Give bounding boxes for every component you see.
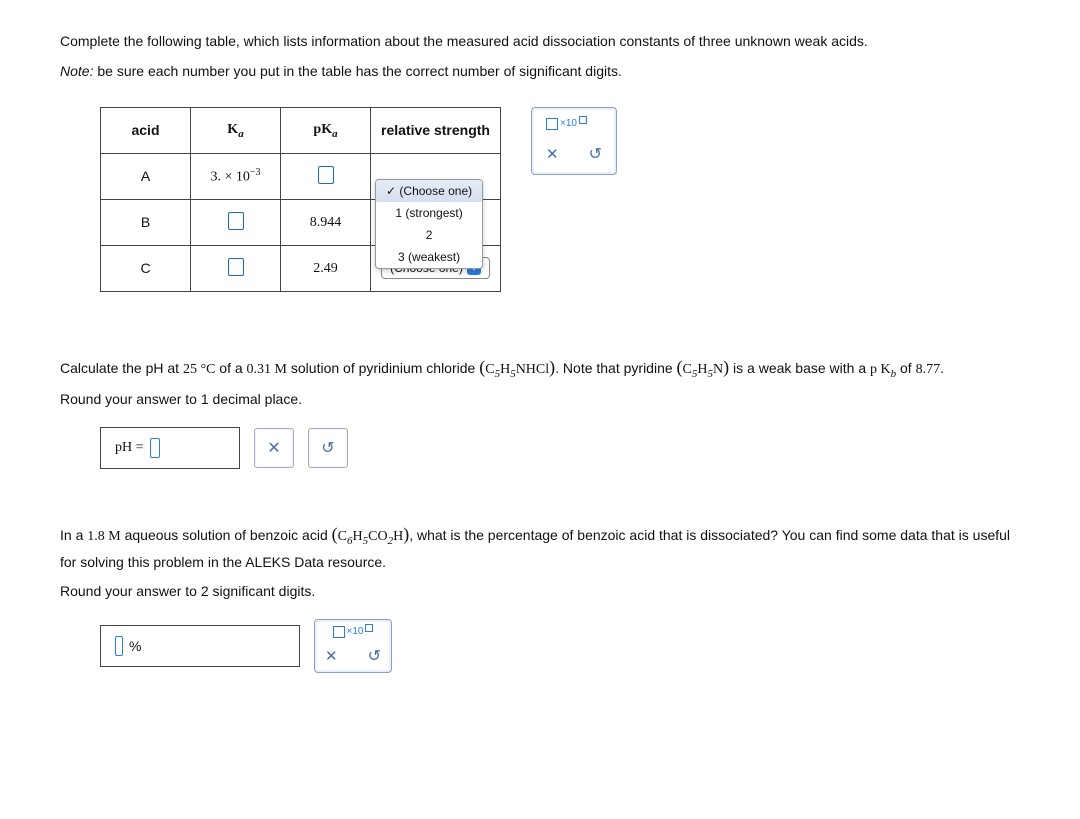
q3-text: In a 1.8 M aqueous solution of benzoic a… <box>60 519 1020 574</box>
ka-a-value: 3. × 10 <box>210 170 249 185</box>
reset-button[interactable]: ↺ <box>368 646 381 666</box>
f2e: N <box>713 362 723 377</box>
sci-exp-icon <box>579 116 587 124</box>
th-acid-label: acid <box>131 122 159 138</box>
sci-base-icon <box>546 118 558 130</box>
q2-text-c: solution of pyridinium chloride <box>287 360 479 376</box>
dropdown-option-2[interactable]: 2 <box>376 224 482 246</box>
input-placeholder-icon[interactable] <box>318 166 334 184</box>
pka-c-value: 2.49 <box>313 261 338 276</box>
th-rel: relative strength <box>371 107 501 153</box>
header-row: acid Ka pKa relative strength <box>101 107 501 153</box>
f1e: NHCl <box>516 362 549 377</box>
pka-b-value: 8.944 <box>310 215 342 230</box>
cell-pka-c: 2.49 <box>281 245 371 291</box>
reset-button[interactable]: ↺ <box>308 428 348 468</box>
question-1: Complete the following table, which list… <box>60 30 1020 292</box>
ph-label: pH = <box>115 440 144 456</box>
ka-a-exp: −3 <box>250 167 261 178</box>
cell-acid-c: C <box>101 245 191 291</box>
ph-answer-box[interactable]: pH = <box>100 427 240 469</box>
pkb-val: 8.77 <box>916 362 941 377</box>
sci-base-icon <box>333 626 345 638</box>
th-ka: Ka <box>191 107 281 153</box>
input-placeholder-icon[interactable] <box>228 212 244 230</box>
note-prefix: Note: <box>60 63 93 79</box>
q2-text: Calculate the pH at 25 °C of a 0.31 M so… <box>60 352 1020 383</box>
clear-button[interactable]: ✕ <box>254 428 294 468</box>
cell-ka-b[interactable] <box>191 199 281 245</box>
dropdown-option-3[interactable]: 3 (weakest) <box>376 246 482 268</box>
pka-sub: a <box>332 128 338 140</box>
q3-text-b: aqueous solution of benzoic acid <box>121 527 332 543</box>
cell-acid-a: A <box>101 153 191 199</box>
q3-text-a: In a <box>60 527 87 543</box>
sci-notation-button[interactable]: ×10 <box>546 118 587 130</box>
g3c: H <box>352 529 362 544</box>
th-rel-label: relative strength <box>381 122 490 138</box>
q2-text-b: of a <box>215 360 246 376</box>
g3g: H <box>393 529 403 544</box>
strength-dropdown-menu[interactable]: ✓ (Choose one) 1 (strongest) 2 3 (weakes… <box>375 179 483 269</box>
g3a: C <box>338 529 347 544</box>
q2-text-e: is a weak base with a <box>729 360 870 376</box>
clear-button[interactable]: ✕ <box>325 647 338 665</box>
question-2: Calculate the pH at 25 °C of a 0.31 M so… <box>60 352 1020 469</box>
dropdown-head-label: (Choose one) <box>399 184 472 198</box>
q2-text-g: . <box>940 360 944 376</box>
cell-rel-a[interactable]: ✓ (Choose one) 1 (strongest) 2 3 (weakes… <box>371 153 501 199</box>
q1-intro: Complete the following table, which list… <box>60 30 1020 52</box>
q1-table-wrap: acid Ka pKa relative strength A 3. × 10−… <box>100 107 1020 292</box>
cell-acid-b: B <box>101 199 191 245</box>
text-cursor-icon <box>150 438 160 458</box>
q1-tool-panel: ×10 ✕ ↺ <box>531 107 617 175</box>
dropdown-option-1[interactable]: 1 (strongest) <box>376 202 482 224</box>
note-rest: be sure each number you put in the table… <box>93 63 621 79</box>
dropdown-head[interactable]: ✓ (Choose one) <box>376 180 482 202</box>
ka-sub: a <box>238 128 244 140</box>
cell-pka-b: 8.944 <box>281 199 371 245</box>
cell-pka-a[interactable] <box>281 153 371 199</box>
sci-notation-button[interactable]: ×10 <box>333 626 374 638</box>
q2-temp: 25 °C <box>183 362 215 377</box>
table-row: A 3. × 10−3 ✓ (Choose one) 1 (strongest)… <box>101 153 501 199</box>
f1c: H <box>500 362 510 377</box>
q1-note: Note: be sure each number you put in the… <box>60 60 1020 82</box>
clear-button[interactable]: ✕ <box>546 145 559 163</box>
pkb-pre: p K <box>870 362 891 377</box>
input-placeholder-icon[interactable] <box>228 258 244 276</box>
sci-x10-label: ×10 <box>560 118 577 129</box>
cell-ka-a: 3. × 10−3 <box>191 153 281 199</box>
pka-base: pK <box>313 122 332 137</box>
th-acid: acid <box>101 107 191 153</box>
g3e: CO <box>368 529 387 544</box>
cell-ka-c[interactable] <box>191 245 281 291</box>
acid-table: acid Ka pKa relative strength A 3. × 10−… <box>100 107 501 292</box>
q2-text-d: . Note that pyridine <box>555 360 676 376</box>
q3-answer-row: % ×10 ✕ ↺ <box>100 619 1020 673</box>
q2-text-f: of <box>896 360 915 376</box>
th-pka: pKa <box>281 107 371 153</box>
reset-button[interactable]: ↺ <box>589 144 602 164</box>
q2-answer-row: pH = ✕ ↺ <box>100 427 1020 469</box>
sci-exp-icon <box>365 624 373 632</box>
percent-answer-box[interactable]: % <box>100 625 300 667</box>
q3-conc: 1.8 M <box>87 529 120 544</box>
q2-round: Round your answer to 1 decimal place. <box>60 391 1020 407</box>
percent-label: % <box>129 638 141 654</box>
q2-text-a: Calculate the pH at <box>60 360 183 376</box>
ka-base: K <box>227 122 238 137</box>
f1a: C <box>485 362 494 377</box>
check-icon: ✓ <box>386 184 396 198</box>
f2c: H <box>697 362 707 377</box>
text-cursor-icon <box>115 636 123 656</box>
f2a: C <box>683 362 692 377</box>
q2-conc: 0.31 M <box>247 362 287 377</box>
q3-tool-panel: ×10 ✕ ↺ <box>314 619 392 673</box>
question-3: In a 1.8 M aqueous solution of benzoic a… <box>60 519 1020 672</box>
sci-x10-label: ×10 <box>347 626 364 637</box>
q3-round: Round your answer to 2 significant digit… <box>60 583 1020 599</box>
